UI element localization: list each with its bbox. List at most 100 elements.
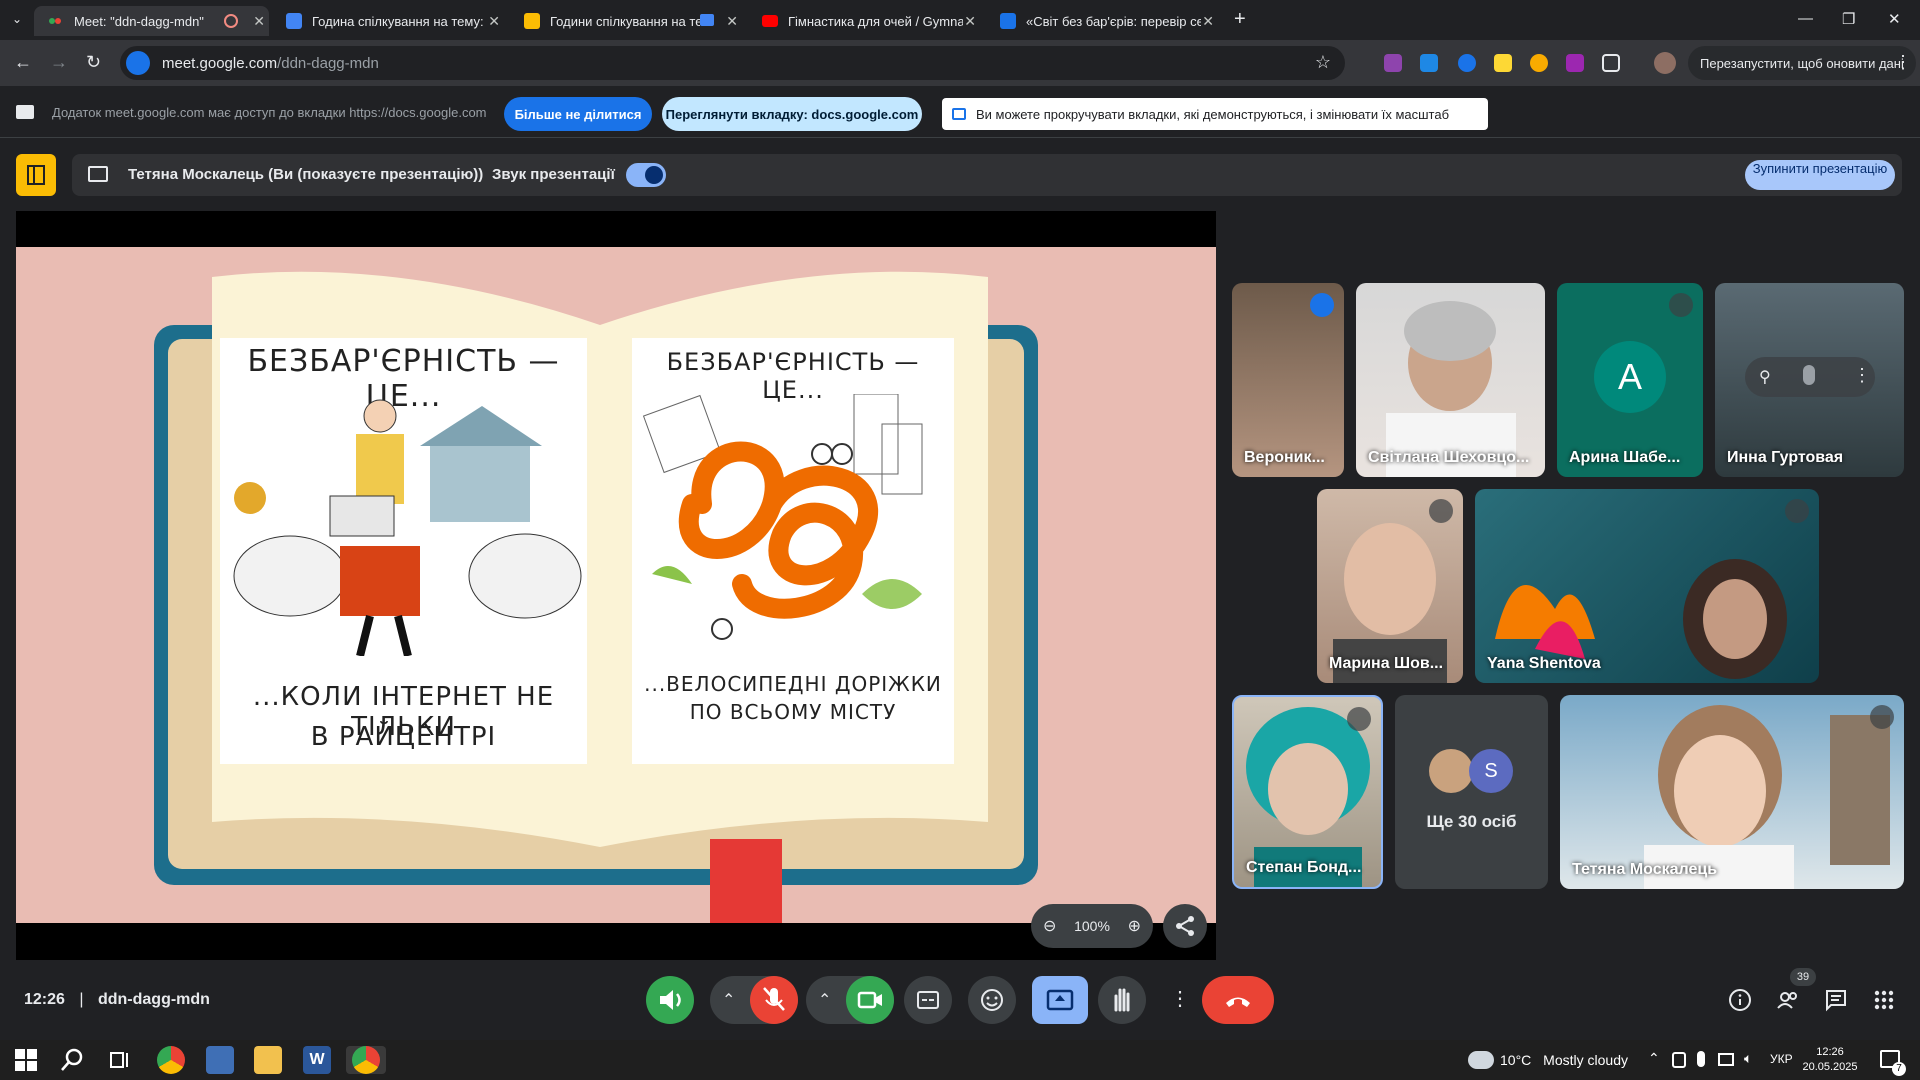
- present-button[interactable]: [1032, 976, 1088, 1024]
- taskbar-clock[interactable]: 12:26 20.05.2025: [1800, 1045, 1860, 1075]
- mic-group: ⌃: [710, 976, 798, 1024]
- more-menu-icon[interactable]: ⋮: [1894, 52, 1912, 73]
- participant-name: Світлана Шеховцо...: [1368, 449, 1530, 466]
- close-window-button[interactable]: ✕: [1888, 10, 1901, 28]
- volume-tray-icon[interactable]: 🔈︎: [1744, 1050, 1752, 1067]
- info-icon[interactable]: [1728, 988, 1752, 1012]
- mic-toggle-button[interactable]: [750, 976, 798, 1024]
- dot-extension-icon[interactable]: [1458, 54, 1476, 72]
- network-tray-icon[interactable]: [1718, 1053, 1734, 1066]
- activities-icon[interactable]: [1872, 988, 1896, 1012]
- presenter-name: Тетяна Москалець (Ви (показуєте презента…: [128, 166, 484, 183]
- keyboard-language[interactable]: УКР: [1770, 1052, 1793, 1066]
- task-view-icon[interactable]: [106, 1046, 134, 1074]
- start-windows-icon[interactable]: [12, 1046, 40, 1074]
- meeting-time: 12:26: [24, 991, 65, 1008]
- star-icon[interactable]: ☆: [1315, 52, 1331, 73]
- slides-icon: [524, 13, 540, 29]
- people-count-badge: 39: [1790, 968, 1816, 986]
- zoom-controls: ⊖ 100% ⊕: [1031, 904, 1153, 948]
- chrome-active-icon[interactable]: [346, 1046, 386, 1074]
- wave-extension-icon[interactable]: [1420, 54, 1438, 72]
- participant-name: Степан Бонд...: [1246, 859, 1362, 876]
- close-tab-icon[interactable]: ✕: [964, 13, 976, 30]
- restart-button[interactable]: Перезапустити, щоб оновити дані: [1688, 46, 1916, 80]
- weather-widget[interactable]: 10°C Mostly cloudy: [1500, 1052, 1628, 1068]
- close-tab-icon[interactable]: ✕: [726, 13, 738, 30]
- tray-chevron-icon[interactable]: ⌃: [1648, 1050, 1660, 1067]
- close-tab-icon[interactable]: ✕: [253, 13, 265, 30]
- raise-hand-button[interactable]: [1098, 976, 1146, 1024]
- mic-icon[interactable]: [1803, 365, 1815, 385]
- tab-youtube[interactable]: Гімнастика для очей / Gymnas ✕: [758, 6, 980, 36]
- participant-tile[interactable]: Вероник...: [1232, 283, 1344, 477]
- close-tab-icon[interactable]: ✕: [488, 13, 500, 30]
- weather-icon: [1468, 1051, 1494, 1069]
- participant-tile[interactable]: Світлана Шеховцо...: [1356, 283, 1545, 477]
- new-tab-button[interactable]: +: [1234, 8, 1246, 31]
- participant-tile[interactable]: Yana Shentova: [1475, 489, 1819, 683]
- view-tab-button[interactable]: Переглянути вкладку: docs.google.com: [662, 97, 922, 131]
- recording-icon: [224, 14, 238, 28]
- more-options-button[interactable]: ⋮: [1160, 976, 1190, 1024]
- minimize-button[interactable]: —: [1798, 10, 1813, 27]
- participant-tile[interactable]: Марина Шов...: [1317, 489, 1463, 683]
- file-explorer-icon[interactable]: [254, 1046, 282, 1074]
- meet-tray-icon[interactable]: [1672, 1052, 1686, 1068]
- puzzle-extensions-icon[interactable]: [1602, 54, 1620, 72]
- mic-tray-icon[interactable]: [1697, 1051, 1705, 1067]
- tab-docs[interactable]: Година спілкування на тему: « ✕: [282, 6, 504, 36]
- sharing-infobar: Додаток meet.google.com має доступ до вк…: [0, 86, 1920, 138]
- captions-button[interactable]: [904, 976, 952, 1024]
- chat-icon[interactable]: [1824, 988, 1848, 1012]
- mic-options-chevron-icon[interactable]: ⌃: [722, 990, 735, 1010]
- forward-button[interactable]: →: [50, 52, 68, 73]
- temperature: 10°C: [1500, 1052, 1532, 1068]
- camera-toggle-button[interactable]: [846, 976, 894, 1024]
- participant-tile[interactable]: ⚲ ⋮ Инна Гуртовая: [1715, 283, 1904, 477]
- reload-button[interactable]: ↻: [86, 52, 101, 73]
- reactions-button[interactable]: [968, 976, 1016, 1024]
- share-screen-icon: [16, 105, 34, 119]
- meeting-time-code: 12:26 | ddn-dagg-mdn: [24, 991, 210, 1009]
- pin-icon[interactable]: ⚲: [1759, 367, 1771, 387]
- zoom-out-icon[interactable]: ⊖: [1043, 916, 1056, 936]
- presenting-bar: Тетяна Москалець (Ви (показуєте презента…: [72, 154, 1902, 196]
- chrome-icon[interactable]: [157, 1046, 185, 1074]
- participant-tile[interactable]: А Арина Шабе...: [1557, 283, 1703, 477]
- zoom-in-icon[interactable]: ⊕: [1128, 916, 1141, 936]
- letter-extension-icon[interactable]: [1494, 54, 1512, 72]
- network-app-icon[interactable]: [206, 1046, 234, 1074]
- url-path: /ddn-dagg-mdn: [277, 54, 379, 72]
- presentation-sound-toggle[interactable]: [626, 163, 666, 187]
- tab-meet[interactable]: Meet: "ddn-dagg-mdn" ✕: [34, 6, 269, 36]
- participant-tile[interactable]: Тетяна Москалець: [1560, 695, 1904, 889]
- pen-extension-icon[interactable]: [1384, 54, 1402, 72]
- tab-slides[interactable]: Години спілкування на тем ✕: [520, 6, 742, 36]
- leave-call-button[interactable]: [1202, 976, 1274, 1024]
- present-now-icon: [1046, 989, 1074, 1011]
- b-extension-icon[interactable]: [1566, 54, 1584, 72]
- close-tab-icon[interactable]: ✕: [1202, 13, 1214, 30]
- restore-button[interactable]: ❐: [1842, 10, 1855, 28]
- camera-options-chevron-icon[interactable]: ⌃: [818, 990, 831, 1010]
- audio-output-button[interactable]: [646, 976, 694, 1024]
- calendar-icon[interactable]: [16, 154, 56, 196]
- share-tab-button[interactable]: [1163, 904, 1207, 948]
- profile-avatar[interactable]: [1654, 52, 1676, 74]
- tab-quiz[interactable]: «Світ без бар'єрів: перевір се ✕: [996, 6, 1218, 36]
- participant-tile[interactable]: Степан Бонд...: [1232, 695, 1383, 889]
- search-icon[interactable]: [58, 1046, 86, 1074]
- back-button[interactable]: ←: [14, 52, 32, 73]
- stop-sharing-button[interactable]: Більше не ділитися: [504, 97, 652, 131]
- word-icon[interactable]: W: [303, 1046, 331, 1074]
- more-participants-tile[interactable]: S Ще 30 осіб: [1395, 695, 1548, 889]
- address-bar[interactable]: meet.google.com/ddn-dagg-mdn ☆: [120, 46, 1345, 80]
- people-icon[interactable]: [1776, 988, 1800, 1012]
- url-host: meet.google.com: [162, 54, 278, 72]
- tab-search-chevron-icon[interactable]: ⌄: [12, 12, 22, 26]
- more-options-icon[interactable]: ⋮: [1853, 365, 1871, 386]
- emoji-extension-icon[interactable]: [1530, 54, 1548, 72]
- tab-title: Година спілкування на тему: «: [312, 13, 487, 29]
- stop-presenting-button[interactable]: Зупинити презентацію: [1745, 160, 1895, 190]
